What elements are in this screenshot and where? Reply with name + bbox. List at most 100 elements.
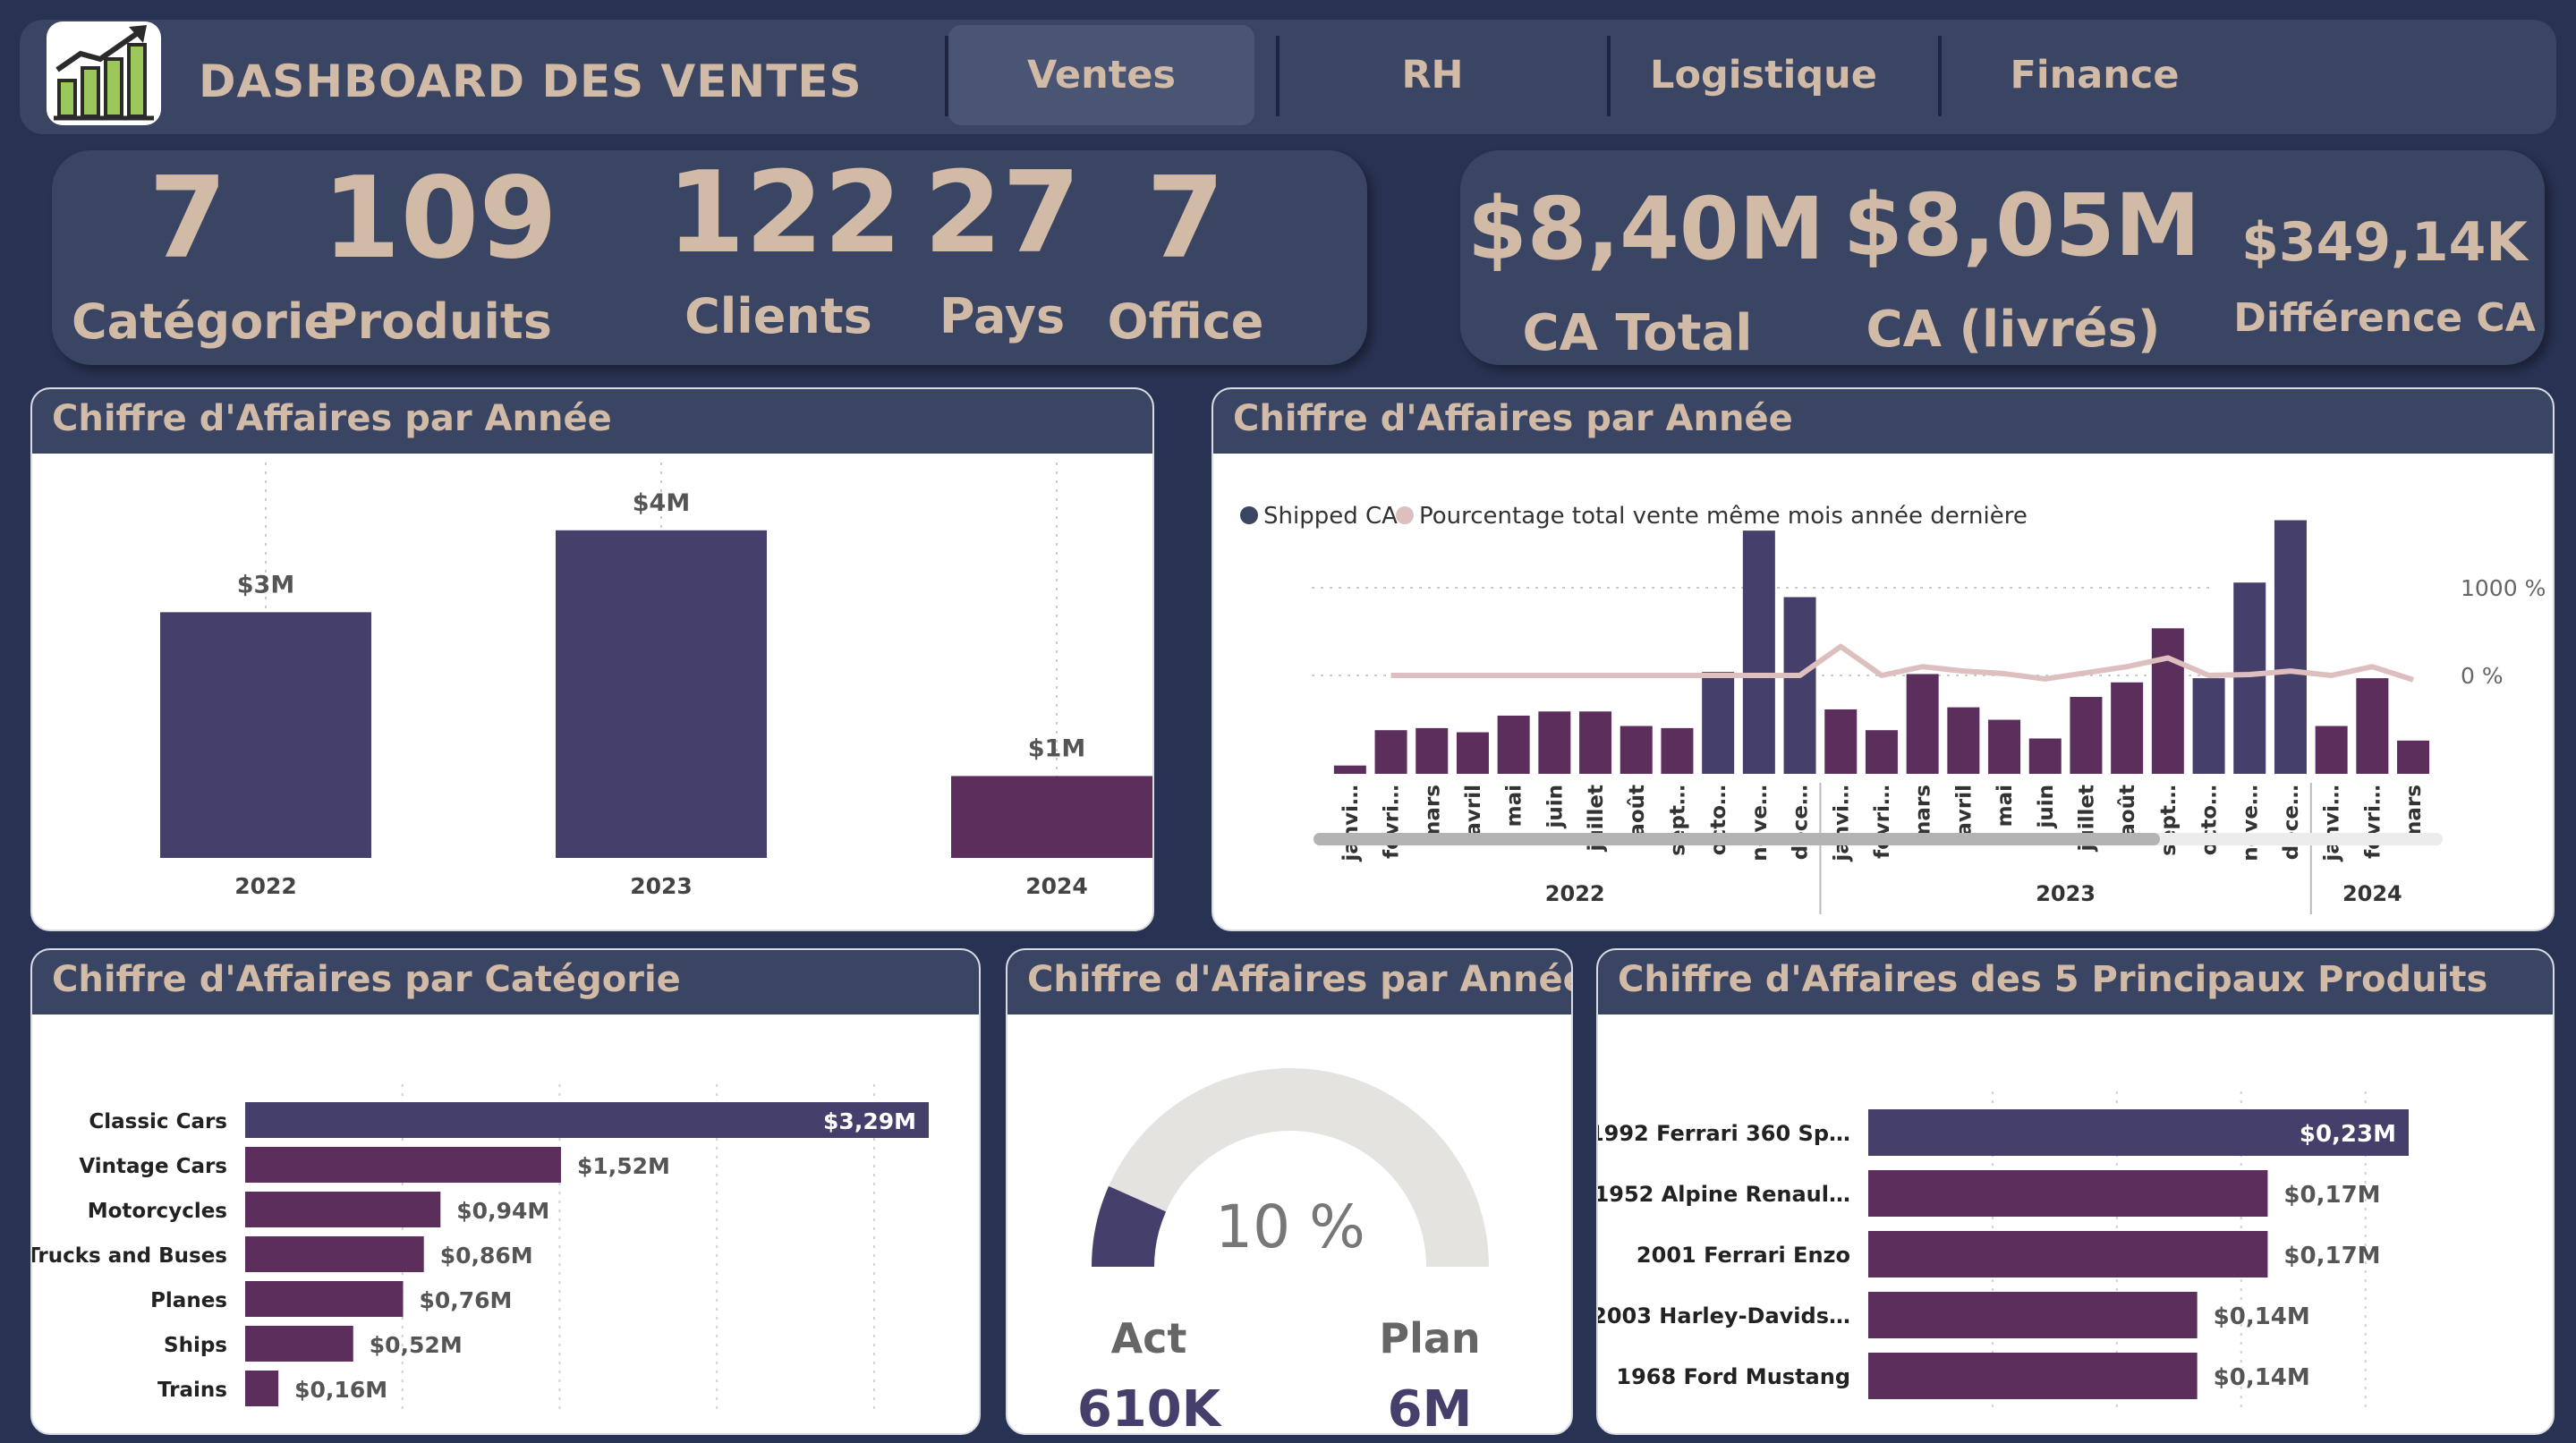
data-label: $0,76M <box>419 1287 512 1313</box>
revenue-gauge-chart: 10 % Act 610K Plan 6M <box>1077 1068 1489 1433</box>
x-tick-label: août <box>2116 785 2139 837</box>
bar <box>1620 726 1653 774</box>
x-tick-label: nove… <box>1748 785 1772 862</box>
bar <box>1868 1170 2268 1217</box>
year-label: 2024 <box>2342 881 2402 906</box>
bar <box>1579 711 1612 774</box>
bar <box>1661 727 1694 774</box>
category-label: 2001 Ferrari Enzo <box>1637 1243 1850 1268</box>
x-tick-label: 2023 <box>630 873 693 899</box>
bar <box>1538 711 1571 774</box>
monthly-revenue-card: Chiffre d'Affaires par Année Shipped CA P… <box>1211 387 2555 931</box>
data-label: $0,14M <box>2214 1364 2310 1391</box>
kpi-products-value: 109 <box>322 152 558 284</box>
revenue-by-year-card: Chiffre d'Affaires par Année $3M 2022 $4M 2… <box>30 387 1154 931</box>
bar <box>556 530 767 858</box>
top-products-card: Chiffre d'Affaires des 5 Principaux Prod… <box>1596 948 2555 1435</box>
dashboard-title: DASHBOARD DES VENTES <box>199 55 863 107</box>
x-tick-label: mai <box>1994 785 2017 827</box>
bar <box>1868 1292 2198 1338</box>
data-label: $0,23M <box>2300 1121 2396 1148</box>
category-label: Ships <box>164 1334 227 1357</box>
kpi-office-label: Office <box>1107 293 1264 350</box>
bar <box>245 1371 279 1406</box>
legend-label: Pourcentage total vente même mois année … <box>1419 503 2028 530</box>
x-tick-label: mai <box>1503 785 1526 827</box>
x-tick-label: janvi… <box>2321 785 2344 862</box>
revenue-by-category-chart: Classic Cars $3,29M Vintage Cars $1,52M Moto… <box>32 1084 929 1415</box>
x-tick-label: août <box>1626 785 1649 837</box>
revenue-by-category-card: Chiffre d'Affaires par Catégorie Classic… <box>30 948 981 1435</box>
data-label: $3M <box>237 571 294 598</box>
data-label: $0,14M <box>2214 1303 2310 1330</box>
kpi-clients-label: Clients <box>684 288 872 344</box>
x-tick-label: févri… <box>1381 785 1404 859</box>
kpi-ca-total-value: $8,40M <box>1467 179 1825 279</box>
x-tick-label: 2024 <box>1025 873 1088 899</box>
bar <box>1374 730 1407 774</box>
bar <box>2233 582 2266 774</box>
tab-rh[interactable]: RH <box>1279 25 1586 125</box>
kpi-category-label: Catégorie <box>72 293 337 350</box>
category-label: 1992 Ferrari 360 Sp… <box>1598 1121 1850 1146</box>
bar <box>1868 1353 2198 1399</box>
bar <box>245 1281 404 1317</box>
year-label: 2023 <box>2036 881 2096 906</box>
card-title: Chiffre d'Affaires par Catégorie <box>52 959 681 1000</box>
data-label: $0,17M <box>2283 1182 2380 1209</box>
bar <box>245 1147 561 1183</box>
y-tick-label: 1000 % <box>2461 575 2546 601</box>
bar <box>1865 730 1898 774</box>
gauge-percent: 10 % <box>1215 1193 1365 1261</box>
kpi-ca-total-label: CA Total <box>1522 304 1753 362</box>
legend-marker <box>1396 506 1414 524</box>
x-tick-label: avril <box>1952 785 1976 836</box>
category-label: 1952 Alpine Renaul… <box>1598 1182 1850 1207</box>
x-tick-label: juin <box>1543 785 1567 829</box>
top-products-chart: 1992 Ferrari 360 Sp… $0,23M 1952 Alpine Re… <box>1598 1091 2409 1413</box>
x-tick-label: févri… <box>2361 785 2385 859</box>
revenue-by-year-chart: $3M 2022 $4M 2023 $1M 2024 <box>160 463 1152 899</box>
gauge-card: Chiffre d'Affaires par Année 10 % Act 610K… <box>1006 948 1573 1435</box>
data-label: $0,16M <box>294 1377 387 1403</box>
kpi-ca-delivered-label: CA (livrés) <box>1866 301 2161 359</box>
bar <box>2028 738 2062 774</box>
kpi-ca-difference-label: Différence CA <box>2233 295 2536 341</box>
x-tick-label: déce… <box>1790 785 1813 860</box>
tab-logistique[interactable]: Logistique <box>1611 25 1917 125</box>
bar <box>1702 672 1735 774</box>
card-title: Chiffre d'Affaires par Année <box>1233 398 1793 439</box>
data-label: $0,17M <box>2283 1243 2380 1269</box>
kpi-office-value: 7 <box>1146 152 1225 284</box>
x-tick-label: nove… <box>2239 785 2262 862</box>
bar <box>2111 682 2144 774</box>
x-tick-label: 2022 <box>234 873 297 899</box>
data-label: $1,52M <box>577 1153 670 1179</box>
x-tick-label: avril <box>1462 785 1485 836</box>
bar <box>2151 628 2184 774</box>
kpi-ca-delivered-value: $8,05M <box>1843 175 2201 276</box>
bar <box>2356 678 2389 774</box>
kpi-countries-value: 27 <box>923 147 1081 278</box>
x-tick-label: janvi… <box>1339 785 1363 862</box>
bar <box>2070 697 2103 774</box>
card-title: Chiffre d'Affaires par Année <box>1027 959 1573 1000</box>
plan-label: Plan <box>1379 1314 1480 1362</box>
tab-ventes[interactable]: Ventes <box>948 25 1254 125</box>
bar <box>1456 732 1489 774</box>
bar <box>1416 727 1449 774</box>
legend-label: Shipped CA <box>1263 503 1398 530</box>
act-label: Act <box>1111 1314 1187 1362</box>
bar <box>245 1192 441 1227</box>
year-label: 2022 <box>1545 881 1605 906</box>
bar <box>1824 709 1858 774</box>
tab-finance[interactable]: Finance <box>1942 25 2248 125</box>
monthly-revenue-chart[interactable]: Shipped CA Pourcentage total vente même m… <box>1213 454 2553 929</box>
bar <box>2192 678 2225 774</box>
bar <box>1742 531 1775 774</box>
kpi-products-label: Produits <box>322 293 552 350</box>
y-tick-label: 0 % <box>2461 663 2504 689</box>
bar <box>1868 1231 2268 1277</box>
kpi-countries-label: Pays <box>939 288 1066 344</box>
card-title: Chiffre d'Affaires des 5 Principaux Prod… <box>1618 959 2488 1000</box>
